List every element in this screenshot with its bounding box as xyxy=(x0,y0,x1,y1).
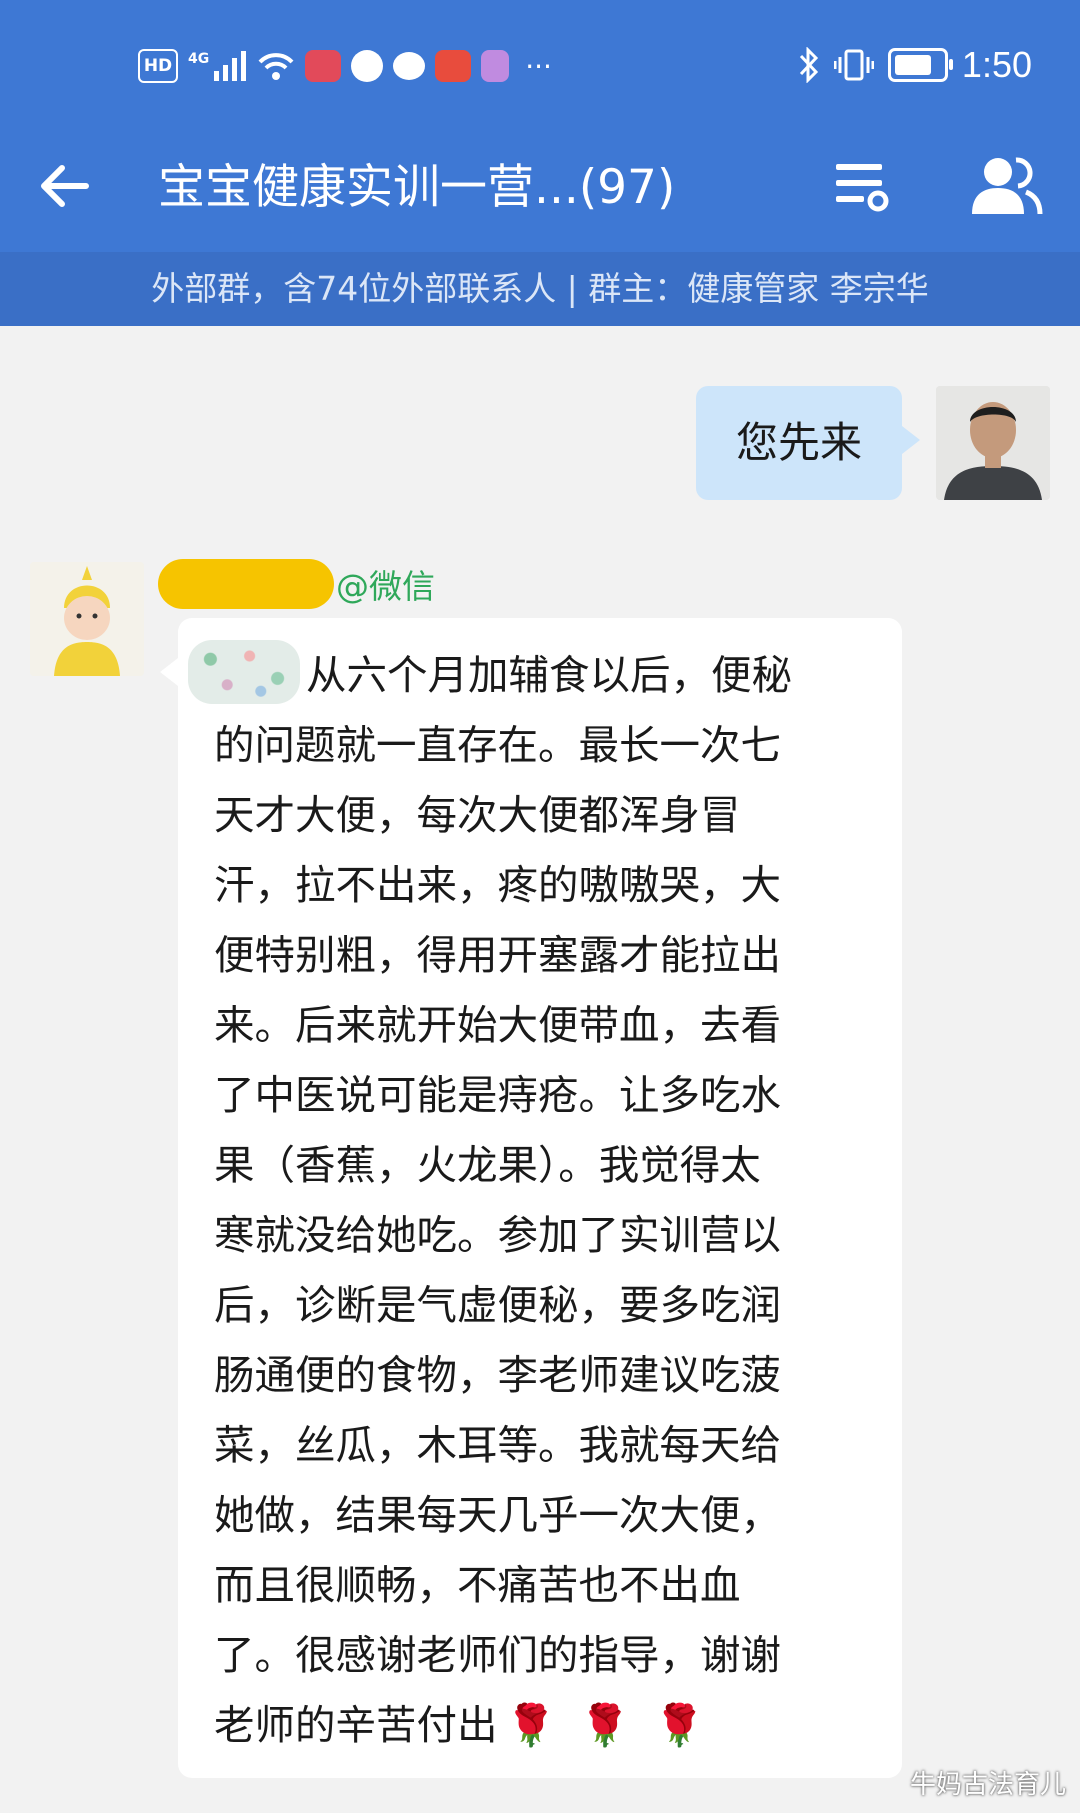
sender-source-tag: @微信 xyxy=(336,567,435,606)
status-icons-left: HD 4G ··· xyxy=(138,44,552,88)
outgoing-message-text: 您先来 xyxy=(735,418,862,467)
back-arrow-icon xyxy=(41,165,89,207)
clock: 1:50 xyxy=(961,44,1032,85)
group-members-button[interactable] xyxy=(966,152,1046,222)
message-line: 了中医说可能是痔疮。让多吃水 xyxy=(214,1071,781,1119)
back-button[interactable] xyxy=(36,158,96,218)
battery-icon xyxy=(887,48,953,82)
message-app-icon xyxy=(393,52,426,80)
message-line-last: 老师的辛苦付出 🌹🌹🌹 xyxy=(214,1690,864,1760)
message-line-text: 老师的辛苦付出 xyxy=(214,1701,498,1749)
message-line: 寒就没给她吃。参加了实训营以 xyxy=(214,1211,781,1259)
rose-emoji-icon: 🌹🌹🌹 xyxy=(505,1701,729,1749)
man-avatar-icon xyxy=(936,386,1050,500)
info-app-icon xyxy=(481,50,510,82)
status-icons-right: 1:50 xyxy=(798,40,1032,90)
more-notifications-icon: ··· xyxy=(525,49,552,83)
message-line: 她做，结果每天几乎一次大便， xyxy=(214,1491,781,1539)
vibrate-icon xyxy=(833,49,874,81)
incoming-message-bubble[interactable]: 从六个月加辅食以后，便秘 的问题就一直存在。最长一次七 天才大便，每次大便都浑身… xyxy=(160,618,902,1778)
list-settings-icon xyxy=(836,164,889,212)
message-line: 了。很感谢老师们的指导，谢谢 xyxy=(214,1631,781,1679)
chat-title: 宝宝健康实训一营...(97) xyxy=(158,160,676,215)
redacted-text-mosaic xyxy=(188,640,300,704)
signal-icon xyxy=(214,51,247,81)
network-type-label: 4G xyxy=(188,51,210,67)
browser-app-icon xyxy=(351,50,384,82)
wifi-icon xyxy=(258,53,294,80)
watermark: 牛妈古法育儿 xyxy=(909,1770,1066,1800)
message-line: 的问题就一直存在。最长一次七 xyxy=(214,721,781,769)
hd-icon: HD xyxy=(138,49,178,83)
message-line: 而且很顺畅，不痛苦也不出血 xyxy=(214,1561,741,1609)
message-line: 便特别粗，得用开塞露才能拉出 xyxy=(214,931,781,979)
redacted-sender-name xyxy=(158,559,334,609)
message-line: 汗，拉不出来，疼的嗷嗷哭，大 xyxy=(214,861,781,909)
baby-avatar-icon xyxy=(30,562,144,676)
message-line: 肠通便的食物，李老师建议吃菠 xyxy=(214,1351,781,1399)
news-app-icon xyxy=(435,50,472,82)
group-info-bar[interactable]: 外部群，含74位外部联系人 | 群主：健康管家 李宗华 xyxy=(0,252,1080,326)
self-avatar[interactable] xyxy=(936,386,1050,500)
message-line: 菜，丝瓜，木耳等。我就每天给 xyxy=(214,1421,781,1469)
chat-menu-button[interactable] xyxy=(832,156,892,216)
top-bar: HD 4G ··· 1:50 宝宝健康实训一营...(97) xyxy=(0,0,1080,252)
message-line: 天才大便，每次大便都浑身冒 xyxy=(214,791,741,839)
battery-level xyxy=(894,55,931,75)
message-line: 来。后来就开始大便带血，去看 xyxy=(214,1001,781,1049)
message-line: 后，诊断是气虚便秘，要多吃润 xyxy=(214,1281,781,1329)
people-icon xyxy=(972,157,1043,215)
book-app-icon xyxy=(305,50,342,82)
incoming-message-text: 从六个月加辅食以后，便秘 的问题就一直存在。最长一次七 天才大便，每次大便都浑身… xyxy=(214,640,864,1760)
bluetooth-icon xyxy=(799,47,819,83)
message-line: 从六个月加辅食以后，便秘 xyxy=(306,651,792,699)
outgoing-message-bubble[interactable]: 您先来 xyxy=(696,386,920,500)
sender-name-row: @微信 xyxy=(158,556,435,612)
status-bar: HD 4G ··· 1:50 xyxy=(0,0,1080,132)
chat-header: 宝宝健康实训一营...(97) xyxy=(0,132,1080,252)
message-line: 果（香蕉，火龙果）。我觉得太 xyxy=(214,1141,761,1189)
sender-avatar[interactable] xyxy=(30,562,144,676)
